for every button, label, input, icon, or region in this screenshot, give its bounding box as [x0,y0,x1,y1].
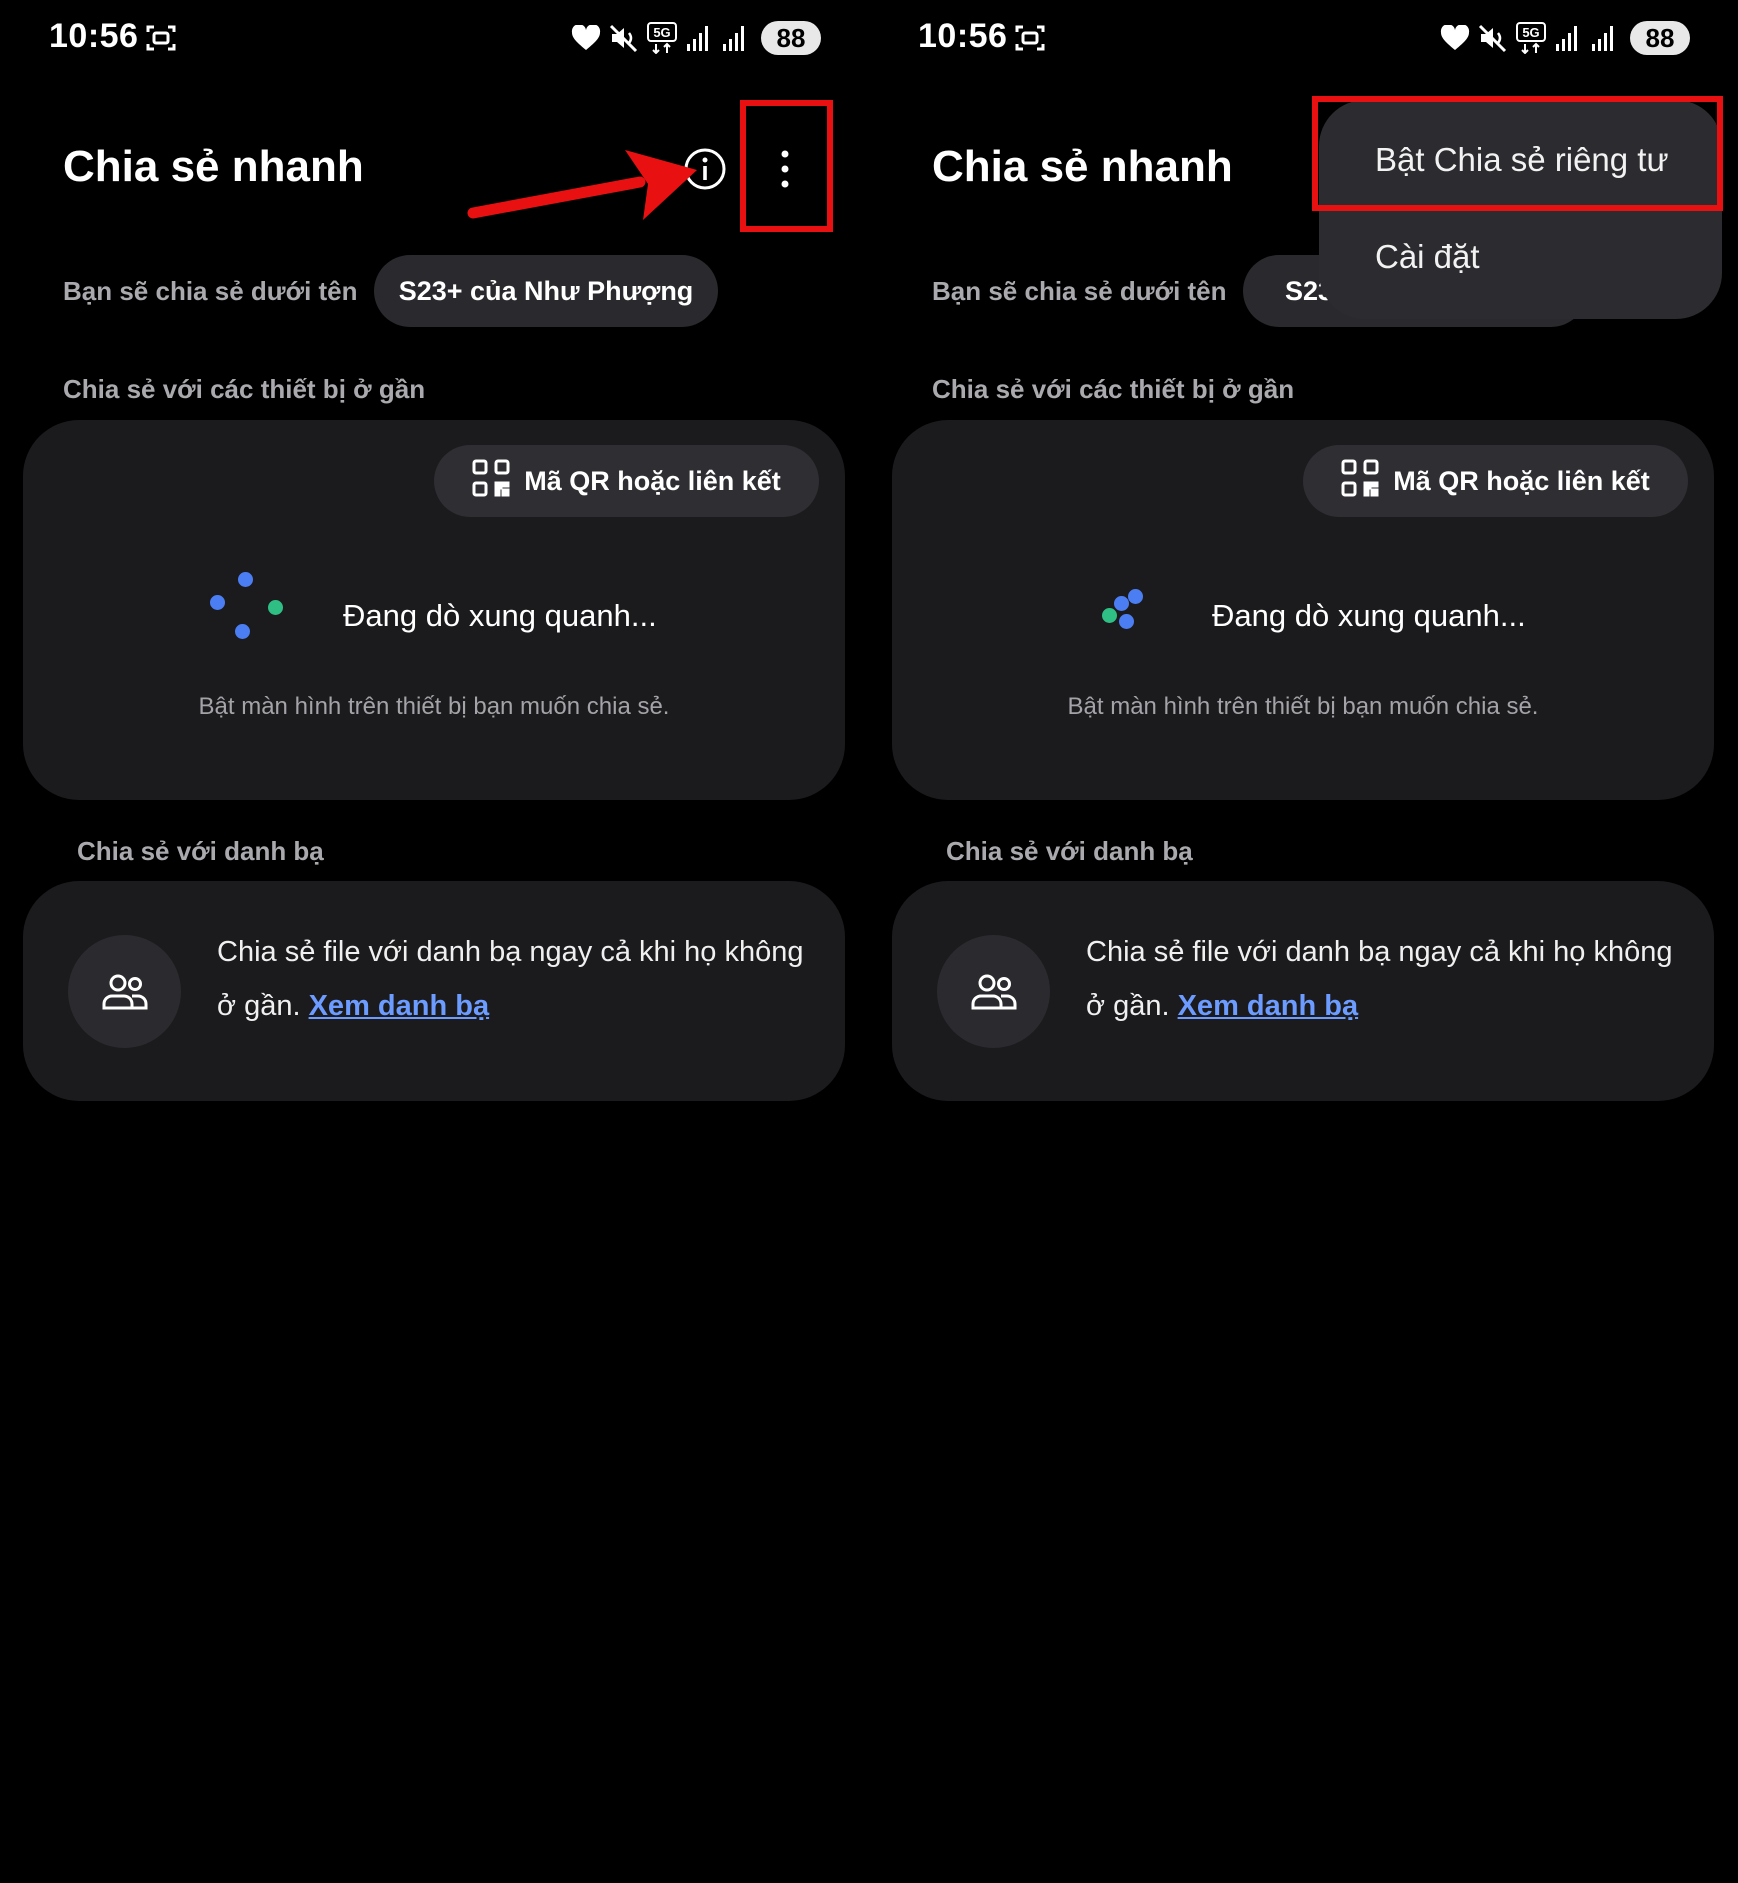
menu-item-settings[interactable]: Cài đặt [1375,238,1480,276]
network-5g-icon: 5G [1516,22,1546,54]
view-contacts-link[interactable]: Xem danh bạ [1178,990,1359,1022]
qr-code-icon [472,459,510,504]
contacts-card: Chia sẻ file với danh bạ ngay cả khi họ … [892,881,1714,1101]
status-bar: 10:56 5G 88 [869,0,1738,76]
contacts-text: Chia sẻ file với danh bạ ngay cả khi họ … [1086,936,1673,1022]
view-contacts-link[interactable]: Xem danh bạ [309,990,490,1022]
scanning-dot [1128,589,1143,604]
annotation-arrow [467,150,697,220]
mute-icon [609,23,639,53]
qr-button-label: Mã QR hoặc liên kết [524,465,781,496]
scanning-hint: Bật màn hình trên thiết bị bạn muốn chia… [1067,693,1539,720]
screenshot-icon [146,24,176,57]
nearby-card: Mã QR hoặc liên kết Đang dò xung quanh..… [23,420,845,800]
nearby-heading: Chia sẻ với các thiết bị ở gần [932,374,1295,404]
screenshot-icon [1015,24,1045,57]
contacts-icon [68,935,181,1048]
page-title: Chia sẻ nhanh [932,142,1233,191]
scanning-dots [210,572,323,662]
status-time: 10:56 [49,17,139,55]
contacts-card: Chia sẻ file với danh bạ ngay cả khi họ … [23,881,845,1101]
scanning-dot [1102,608,1117,623]
scanning-dot [210,595,225,610]
scanning-dot [238,572,253,587]
scanning-dot [1119,614,1134,629]
svg-text:5G: 5G [653,25,670,40]
signal-icon [721,24,749,52]
scanning-dot [268,600,283,615]
contacts-heading: Chia sẻ với danh bạ [77,836,324,866]
qr-button-label: Mã QR hoặc liên kết [1393,465,1650,496]
battery-indicator: 88 [761,21,821,55]
status-time: 10:56 [918,17,1008,55]
battery-indicator: 88 [1630,21,1690,55]
scanning-dot [235,624,250,639]
heart-icon [1440,25,1470,51]
scanning-dot [1114,596,1129,611]
status-bar: 10:56 5G 88 [0,0,869,76]
status-icons: 5G 88 [571,20,821,56]
left-screen: 10:56 5G 88 Chia sẻ nhanh Bạn sẽ chia sẻ… [0,0,869,1883]
annotation-box [740,100,833,232]
scanning-dots [1102,572,1212,662]
signal-icon [1554,24,1582,52]
scanning-hint: Bật màn hình trên thiết bị bạn muốn chia… [198,693,670,720]
qr-code-icon [1341,459,1379,504]
signal-icon [685,24,713,52]
nearby-card: Mã QR hoặc liên kết Đang dò xung quanh..… [892,420,1714,800]
mute-icon [1478,23,1508,53]
qr-link-button[interactable]: Mã QR hoặc liên kết [434,445,819,517]
scanning-text: Đang dò xung quanh... [343,598,657,633]
qr-link-button[interactable]: Mã QR hoặc liên kết [1303,445,1688,517]
svg-text:5G: 5G [1522,25,1539,40]
nearby-heading: Chia sẻ với các thiết bị ở gần [63,374,426,404]
contacts-heading: Chia sẻ với danh bạ [946,836,1193,866]
right-screen: 10:56 5G 88 Chia sẻ nhanh Bạn sẽ chia sẻ… [869,0,1738,1883]
signal-icon [1590,24,1618,52]
device-name-chip[interactable]: S23+ của Như Phượng [374,255,718,327]
annotation-box [1312,96,1723,211]
scanning-text: Đang dò xung quanh... [1212,598,1526,633]
share-name-label: Bạn sẽ chia sẻ dưới tên [932,276,1227,306]
share-name-label: Bạn sẽ chia sẻ dưới tên [63,276,358,306]
contacts-description: Chia sẻ file với danh bạ ngay cả khi họ … [217,925,817,1033]
status-icons: 5G 88 [1440,20,1690,56]
contacts-description: Chia sẻ file với danh bạ ngay cả khi họ … [1086,925,1686,1033]
network-5g-icon: 5G [647,22,677,54]
page-title: Chia sẻ nhanh [63,142,364,191]
heart-icon [571,25,601,51]
contacts-icon [937,935,1050,1048]
contacts-text: Chia sẻ file với danh bạ ngay cả khi họ … [217,936,804,1022]
